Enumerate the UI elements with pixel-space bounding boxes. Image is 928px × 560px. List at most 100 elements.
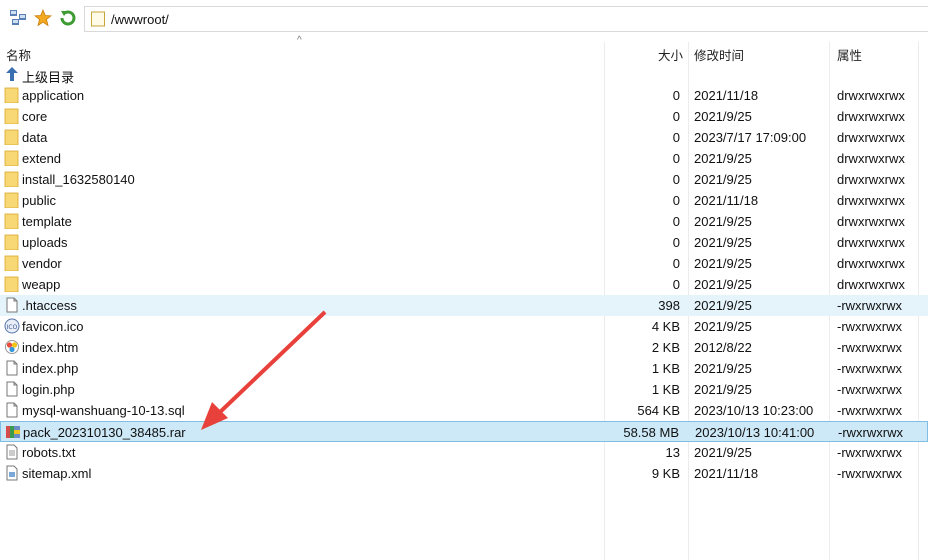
- file-name: index.php: [22, 361, 79, 376]
- folder-icon: [4, 276, 20, 293]
- file-row[interactable]: pack_202310130_38485.rar 58.58 MB 2023/10/…: [0, 421, 928, 442]
- xml-file-icon: [4, 465, 20, 481]
- file-row[interactable]: mysql-wanshuang-10-13.sql 564 KB 2023/10/1…: [0, 400, 928, 421]
- folder-row[interactable]: weapp 0 2021/9/25 drwxrwxrwx: [0, 274, 928, 295]
- folder-row[interactable]: core 0 2021/9/25 drwxrwxrwx: [0, 106, 928, 127]
- network-icon[interactable]: [8, 8, 28, 28]
- file-modified: 2021/9/25: [694, 277, 752, 292]
- file-size: 0: [672, 277, 680, 292]
- ico-file-icon: ICO: [4, 318, 20, 334]
- file-row[interactable]: .htaccess 398 2021/9/25 -rwxrwxrwx: [0, 295, 928, 316]
- file-modified: 2023/10/13 10:41:00: [695, 425, 815, 440]
- file-size: 4 KB: [651, 319, 680, 334]
- folder-icon: [4, 234, 20, 251]
- column-modified[interactable]: 修改时间: [694, 45, 744, 64]
- file-permissions: drwxrwxrwx: [837, 172, 905, 187]
- file-permissions: -rwxrwxrwx: [837, 403, 902, 418]
- file-modified: 2021/9/25: [694, 445, 752, 460]
- file-modified: 2021/9/25: [694, 319, 752, 334]
- svg-text:ICO: ICO: [7, 324, 18, 331]
- file-modified: 2021/9/25: [694, 361, 752, 376]
- file-permissions: drwxrwxrwx: [837, 235, 905, 250]
- file-name: template: [22, 214, 72, 229]
- file-permissions: -rwxrwxrwx: [837, 340, 902, 355]
- file-row[interactable]: index.php 1 KB 2021/9/25 -rwxrwxrwx: [0, 358, 928, 379]
- file-size: 13: [665, 445, 680, 460]
- column-attributes[interactable]: 属性: [837, 45, 862, 64]
- file-icon: [4, 360, 20, 376]
- column-size[interactable]: 大小: [658, 45, 683, 64]
- folder-row[interactable]: extend 0 2021/9/25 drwxrwxrwx: [0, 148, 928, 169]
- file-permissions: -rwxrwxrwx: [837, 466, 902, 481]
- file-size: 0: [672, 214, 680, 229]
- file-icon: [4, 297, 20, 313]
- file-size: 0: [672, 88, 680, 103]
- file-permissions: drwxrwxrwx: [837, 256, 905, 271]
- toolbar: /wwwroot/: [0, 0, 928, 38]
- address-path: /wwwroot/: [111, 12, 169, 27]
- file-row[interactable]: sitemap.xml 9 KB 2021/11/18 -rwxrwxrwx: [0, 463, 928, 484]
- file-modified: 2021/11/18: [694, 88, 759, 103]
- file-permissions: -rwxrwxrwx: [837, 319, 902, 334]
- file-name: install_1632580140: [22, 172, 135, 187]
- folder-icon: [91, 11, 105, 30]
- file-name: extend: [22, 151, 62, 166]
- file-size: 0: [672, 256, 680, 271]
- file-permissions: -rwxrwxrwx: [837, 382, 902, 397]
- file-modified: 2021/9/25: [694, 214, 752, 229]
- file-name: core: [22, 109, 48, 124]
- file-name: robots.txt: [22, 445, 76, 460]
- folder-row[interactable]: application 0 2021/11/18 drwxrwxrwx: [0, 85, 928, 106]
- file-modified: 2023/10/13 10:23:00: [694, 403, 814, 418]
- file-row[interactable]: index.htm 2 KB 2012/8/22 -rwxrwxrwx: [0, 337, 928, 358]
- sort-ascending-icon: ^: [297, 35, 302, 46]
- file-row[interactable]: login.php 1 KB 2021/9/25 -rwxrwxrwx: [0, 379, 928, 400]
- file-modified: 2021/9/25: [694, 172, 752, 187]
- folder-icon: [4, 150, 20, 167]
- file-permissions: drwxrwxrwx: [837, 130, 905, 145]
- file-permissions: drwxrwxrwx: [837, 88, 905, 103]
- file-modified: 2021/9/25: [694, 382, 752, 397]
- file-name: index.htm: [22, 340, 79, 355]
- file-size: 1 KB: [651, 361, 680, 376]
- file-permissions: -rwxrwxrwx: [837, 361, 902, 376]
- file-icon: [4, 381, 20, 397]
- file-name: public: [22, 193, 56, 208]
- folder-row[interactable]: vendor 0 2021/9/25 drwxrwxrwx: [0, 253, 928, 274]
- folder-row[interactable]: public 0 2021/11/18 drwxrwxrwx: [0, 190, 928, 211]
- folder-icon: [4, 108, 20, 125]
- file-size: 0: [672, 109, 680, 124]
- folder-icon: [4, 129, 20, 146]
- file-name: vendor: [22, 256, 62, 271]
- file-modified: 2012/8/22: [694, 340, 752, 355]
- folder-icon: [4, 213, 20, 230]
- folder-row[interactable]: install_1632580140 0 2021/9/25 drwxrwxrwx: [0, 169, 928, 190]
- file-row[interactable]: ICO favicon.ico 4 KB 2021/9/25 -rwxrwxrwx: [0, 316, 928, 337]
- file-name: application: [22, 88, 85, 103]
- folder-icon: [4, 87, 20, 104]
- folder-icon: [4, 255, 20, 272]
- file-permissions: -rwxrwxrwx: [837, 298, 902, 313]
- address-bar[interactable]: /wwwroot/: [84, 6, 928, 32]
- file-size: 0: [672, 172, 680, 187]
- file-modified: 2021/9/25: [694, 256, 752, 271]
- column-header: 名称 大小 修改时间 属性: [0, 42, 928, 64]
- parent-directory-row[interactable]: 上级目录: [0, 64, 928, 85]
- file-size: 0: [672, 151, 680, 166]
- file-name: favicon.ico: [22, 319, 84, 334]
- file-permissions: drwxrwxrwx: [837, 151, 905, 166]
- favorite-star-icon[interactable]: [33, 8, 53, 28]
- folder-row[interactable]: data 0 2023/7/17 17:09:00 drwxrwxrwx: [0, 127, 928, 148]
- folder-row[interactable]: uploads 0 2021/9/25 drwxrwxrwx: [0, 232, 928, 253]
- file-icon: [4, 402, 20, 418]
- file-size: 58.58 MB: [623, 425, 679, 440]
- file-modified: 2021/11/18: [694, 466, 759, 481]
- file-row[interactable]: robots.txt 13 2021/9/25 -rwxrwxrwx: [0, 442, 928, 463]
- file-name: .htaccess: [22, 298, 77, 313]
- column-name[interactable]: 名称: [6, 45, 31, 64]
- refresh-icon[interactable]: [58, 8, 78, 28]
- folder-row[interactable]: template 0 2021/9/25 drwxrwxrwx: [0, 211, 928, 232]
- file-name: mysql-wanshuang-10-13.sql: [22, 403, 185, 418]
- file-size: 2 KB: [651, 340, 680, 355]
- file-modified: 2021/11/18: [694, 193, 759, 208]
